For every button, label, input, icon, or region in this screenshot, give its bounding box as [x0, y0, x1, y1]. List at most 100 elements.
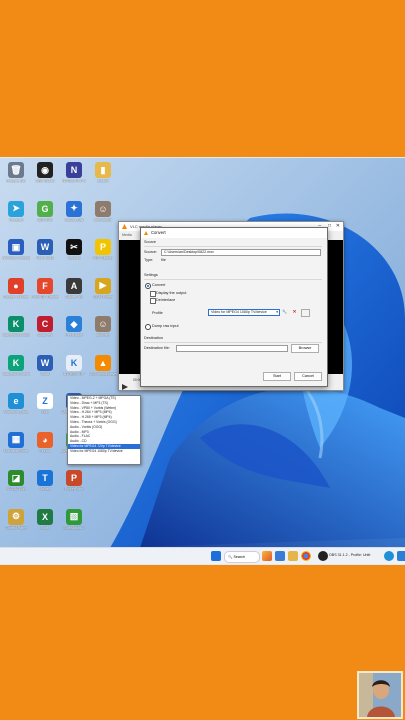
app-icon: N [66, 162, 82, 178]
deinterlace-checkbox[interactable] [150, 298, 156, 304]
app-icon: ◪ [8, 470, 24, 486]
play-button[interactable] [122, 377, 128, 390]
desktop-icon-label: Word 2016 [36, 256, 54, 260]
desktop-icon[interactable]: T Unikey [31, 470, 59, 491]
desktop-icon[interactable]: ◕ Firefox [31, 431, 59, 453]
destination-file-label: Destination file: [144, 346, 170, 350]
app-icon: e [8, 393, 24, 409]
desktop-icon[interactable]: ▦ Microsoft Store [2, 431, 30, 453]
start-button[interactable]: Start [263, 372, 291, 381]
app-icon: ▶ [95, 277, 111, 294]
search-box[interactable]: 🔍 Search [224, 551, 260, 563]
desktop-icon-label: sinhvien [96, 333, 110, 337]
app-icon: ⚙ [8, 508, 24, 525]
cancel-button[interactable]: Cancel [294, 372, 322, 381]
desktop-icon[interactable]: G GDS Win [31, 200, 59, 222]
desktop-icon[interactable]: ⚙ Control Panel [2, 508, 30, 530]
profile-options: Video - MPEG-2 + MPGA (TS) Video - Dirac … [68, 396, 140, 454]
desktop-icon[interactable]: ◪ NVIDIA App [2, 470, 30, 491]
edge-icon[interactable] [384, 551, 394, 561]
source-field[interactable]: C:\Users\an\Desktop\0822.mov [161, 249, 321, 256]
obs-icon[interactable] [318, 551, 328, 561]
vlc-cone-icon [122, 224, 127, 229]
desktop-icon[interactable]: ● Google Chrome [2, 277, 30, 299]
divider [144, 342, 322, 343]
desktop-icon[interactable]: K Kaspersky Internet [2, 354, 30, 376]
settings-heading: Settings [144, 273, 158, 277]
profile-option[interactable]: Video for MPEG4 1080p TV/device [68, 449, 140, 454]
desktop-icon-label: Microsoft Store [3, 448, 29, 453]
desktop-icon[interactable]: P PowerPoint [60, 470, 88, 491]
profile-select[interactable]: Video for MPEG4 1080p TV/device ▾ [208, 309, 280, 316]
delete-profile-icon[interactable]: ✕ [291, 309, 298, 315]
desktop-icon[interactable]: ▲ VLC media player [89, 354, 117, 376]
desktop-icon[interactable]: N NTRES PHP 8 [60, 162, 88, 183]
type-label: Type: [144, 258, 154, 262]
desktop-icon-label: CapCut [67, 256, 81, 260]
folder-icon[interactable] [288, 551, 298, 561]
desktop-icon[interactable]: X Excel [31, 508, 59, 530]
desktop-icon[interactable]: C Cisco ent [31, 316, 59, 337]
desktop-icon[interactable]: e Microsoft Edge [2, 393, 30, 414]
app-icon: W [37, 354, 53, 371]
desktop-icon-label: GOM Player [93, 294, 113, 299]
app-icon: ✂ [66, 239, 82, 255]
desktop-icon[interactable]: ➤ Telegram [2, 200, 30, 222]
source-heading: Source [144, 240, 157, 244]
app-icon: ◆ [66, 316, 82, 332]
app-icon: ▲ [95, 354, 111, 371]
desktop-icon[interactable]: ▣ Windows Defender [2, 239, 30, 260]
app-icon: T [37, 470, 53, 486]
new-profile-icon[interactable] [301, 309, 310, 317]
app-icon: Z [37, 393, 53, 409]
desktop-icon[interactable]: ✦ Sakura Ball [60, 200, 88, 222]
app-icon: ◉ [37, 162, 53, 178]
desktop-icon[interactable]: P PDF Reader [89, 239, 117, 260]
menu-media[interactable]: Media [122, 233, 132, 237]
dump-raw-label: Dump raw input [152, 324, 179, 328]
desktop-icon[interactable]: F FoxitPDF Reader [31, 277, 59, 299]
display-output-label: Display the output [156, 291, 187, 295]
app-icon: C [37, 316, 53, 332]
desktop-icon-label: Windows Defender [2, 256, 30, 260]
browse-button[interactable]: Browse [291, 344, 319, 353]
desktop-icon[interactable]: ▧ BlueStacks 5 [60, 508, 88, 530]
app-icon[interactable] [397, 551, 405, 561]
desktop-icon[interactable]: ▮ edutoff [89, 162, 117, 183]
desktop-icon[interactable]: ◆ PeeRouter [60, 316, 88, 337]
widgets-icon[interactable] [262, 551, 272, 561]
convert-radio[interactable] [145, 283, 151, 289]
desktop-icon[interactable]: ☺ anhdungvtr [89, 200, 117, 222]
desktop-icon[interactable]: KKaspersky Endpoint [2, 316, 30, 337]
wrench-icon[interactable]: 🔧 [281, 309, 288, 315]
close-icon[interactable]: ✕ [336, 222, 340, 231]
app-icon: ▣ [8, 239, 24, 255]
destination-file-field[interactable] [176, 345, 288, 352]
desktop-icon[interactable]: ☺ sinhvien [89, 316, 117, 337]
desktop-icon[interactable]: Z Zalo [31, 393, 59, 414]
desktop-icon[interactable]: 🗑 Recycle Bin [2, 162, 30, 183]
desktop-icon[interactable]: W Word [31, 354, 59, 376]
desktop-icon[interactable]: K NTRES PHP [60, 354, 88, 376]
type-value: file [161, 258, 166, 262]
taskbar: 🔍 Search OBS 31.1.2 - Profile: Untit [0, 547, 405, 564]
app-icon: ● [8, 277, 24, 294]
desktop-icon[interactable]: A Adobe Pro [60, 277, 88, 299]
desktop-icon-label: NTRES PHP [63, 371, 85, 376]
display-output-checkbox[interactable] [150, 291, 156, 297]
desktop-icon-label: PeeRouter [65, 333, 83, 337]
desktop-icon[interactable]: ✂ CapCut [60, 239, 88, 260]
desktop-icon[interactable]: ◉ OBS Studio [31, 162, 59, 183]
start-icon[interactable] [211, 551, 221, 561]
maximize-icon[interactable]: □ [328, 222, 331, 231]
app-icon: ▦ [8, 431, 24, 448]
obs-task-label[interactable]: OBS 31.1.2 - Profile: Untit [329, 553, 370, 557]
chrome-icon[interactable] [301, 551, 311, 561]
desktop-icon[interactable]: ▶ GOM Player [89, 277, 117, 299]
dump-raw-radio[interactable] [145, 324, 151, 330]
desktop-icon[interactable]: W Word 2016 [31, 239, 59, 260]
profile-label: Profile [152, 311, 163, 315]
desktop-icon-label: anhdungvtr [94, 217, 112, 222]
file-explorer-icon[interactable] [275, 551, 285, 561]
desktop-icon-label: BlueStacks 5 [63, 525, 85, 530]
